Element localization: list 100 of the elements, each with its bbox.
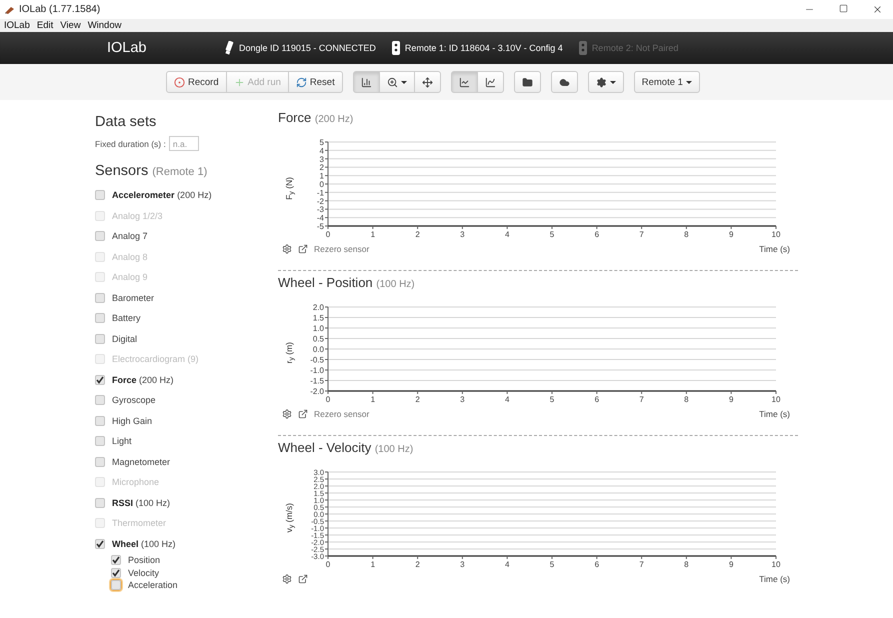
sensor-label: Microphone (112, 477, 160, 488)
x-tick-label: 7 (639, 230, 644, 239)
sensor-label: Gyroscope (112, 395, 156, 406)
x-tick-label: 5 (550, 230, 554, 239)
y-tick-label: -1 (316, 188, 324, 198)
y-tick-label: -3 (316, 205, 324, 214)
section-title: Sensors (95, 163, 148, 179)
y-tick-label: -5 (316, 222, 324, 231)
y-tick-label: 0.0 (312, 345, 324, 354)
x-tick-label: 10 (772, 560, 780, 569)
x-tick-label: 4 (504, 395, 510, 404)
settings-button[interactable] (588, 71, 624, 93)
sensor-label: Force (200 Hz) (112, 374, 174, 385)
x-axis-label: Time (s) (759, 574, 790, 584)
record-icon (174, 76, 185, 88)
sensor-label: Digital (112, 334, 138, 344)
toolbar-button[interactable]: Record (166, 71, 227, 93)
menu-item[interactable]: Window (88, 20, 122, 31)
sensor-label: Analog 7 (112, 231, 148, 242)
sensor-label: Wheel (100 Hz) (112, 538, 176, 549)
zoom-button[interactable] (378, 71, 415, 93)
duration-field[interactable]: n.a. (168, 136, 199, 151)
y-tick-label: -2 (316, 196, 324, 206)
checkbox[interactable] (95, 374, 105, 385)
external-link-icon[interactable] (298, 574, 308, 584)
curve-chart-button[interactable] (476, 71, 504, 93)
x-tick-label: 6 (594, 230, 600, 239)
external-link-icon[interactable] (298, 244, 308, 254)
folder-icon (522, 76, 533, 88)
line-chart-button[interactable] (450, 71, 478, 93)
x-tick-label: 1 (370, 560, 376, 569)
y-tick-label: -1.0 (310, 366, 324, 375)
settings-icon (596, 76, 607, 88)
x-tick-label: 9 (728, 230, 734, 239)
checkbox[interactable] (111, 555, 121, 566)
folder-button[interactable] (514, 71, 541, 93)
rezero-link[interactable]: Rezero sensor (314, 409, 370, 419)
y-tick-label: 2 (320, 163, 324, 172)
bar-chart-button[interactable] (352, 71, 380, 93)
y-tick-label: -2.0 (310, 387, 324, 396)
cloud-button[interactable] (550, 71, 578, 93)
remote-device-icon (578, 41, 587, 55)
x-tick-label: 0 (326, 560, 330, 569)
settings-icon[interactable] (282, 244, 292, 254)
toolbar-button[interactable]: Reset (288, 71, 343, 93)
cloud-icon (558, 76, 570, 88)
rezero-link[interactable]: Rezero sensor (314, 244, 370, 254)
settings-icon[interactable] (282, 409, 292, 419)
x-tick-label: 2 (415, 395, 420, 404)
x-tick-label: 0 (326, 395, 330, 404)
section-subtitle: (Remote 1) (152, 166, 208, 178)
external-link-icon[interactable] (298, 409, 308, 419)
sensor-label: Analog 1/2/3 (112, 210, 163, 221)
toolbar-button[interactable]: Remote 1 (634, 71, 700, 93)
device-status: Remote 2: Not Paired (592, 43, 678, 53)
device-status: Dongle ID 119015 - CONNECTED (239, 43, 376, 53)
menu-item[interactable]: View (60, 20, 81, 31)
sensor-label: RSSI (100 Hz) (112, 498, 170, 508)
window-title: IOLab (1.77.1584) (19, 4, 100, 15)
menu-item[interactable]: Edit (36, 20, 54, 31)
y-tick-label: 1.5 (312, 314, 324, 322)
y-tick-label: 2.0 (312, 303, 324, 312)
sensor-label: Electrocardiogram (9) (112, 354, 199, 364)
y-tick-label: 0 (320, 180, 324, 189)
y-tick-label: -0.5 (310, 356, 324, 364)
sensor-label: Barometer (112, 292, 154, 303)
curve-chart-icon (484, 76, 496, 88)
y-tick-label: -4 (316, 214, 324, 223)
move-button[interactable] (414, 71, 441, 93)
close-icon[interactable] (872, 4, 883, 15)
sample-rate: (200 Hz) (314, 114, 354, 125)
chart-title: Force (278, 110, 312, 125)
x-tick-label: 9 (728, 560, 734, 569)
x-axis-label: Time (s) (759, 409, 790, 419)
x-tick-label: 1 (370, 395, 376, 404)
usb-dongle-icon (225, 41, 234, 55)
sensor-label: Position (128, 555, 160, 566)
x-tick-label: 3 (460, 395, 465, 404)
chart-title: Wheel - Velocity (278, 440, 372, 455)
y-tick-label: 1.0 (312, 324, 324, 333)
checkbox[interactable] (95, 538, 105, 549)
x-tick-label: 2 (415, 560, 420, 569)
x-tick-label: 1 (370, 230, 376, 239)
settings-icon[interactable] (282, 574, 292, 584)
plus-icon (234, 76, 245, 88)
sample-rate: (100 Hz) (374, 444, 414, 455)
chart-title: Wheel - Position (278, 275, 373, 290)
zoom-icon (386, 76, 398, 88)
maximize-icon[interactable] (839, 4, 848, 13)
bar-chart-icon (360, 76, 372, 88)
menu-item[interactable]: IOLab (4, 20, 30, 31)
x-tick-label: 7 (639, 395, 644, 404)
x-tick-label: 10 (772, 230, 780, 239)
x-tick-label: 3 (460, 230, 465, 239)
caret-icon (400, 80, 407, 84)
app-icon (4, 4, 15, 14)
x-tick-label: 6 (594, 395, 600, 404)
checkbox[interactable] (111, 568, 121, 578)
section-title: Data sets (95, 114, 158, 130)
y-tick-label: 5 (320, 138, 324, 147)
